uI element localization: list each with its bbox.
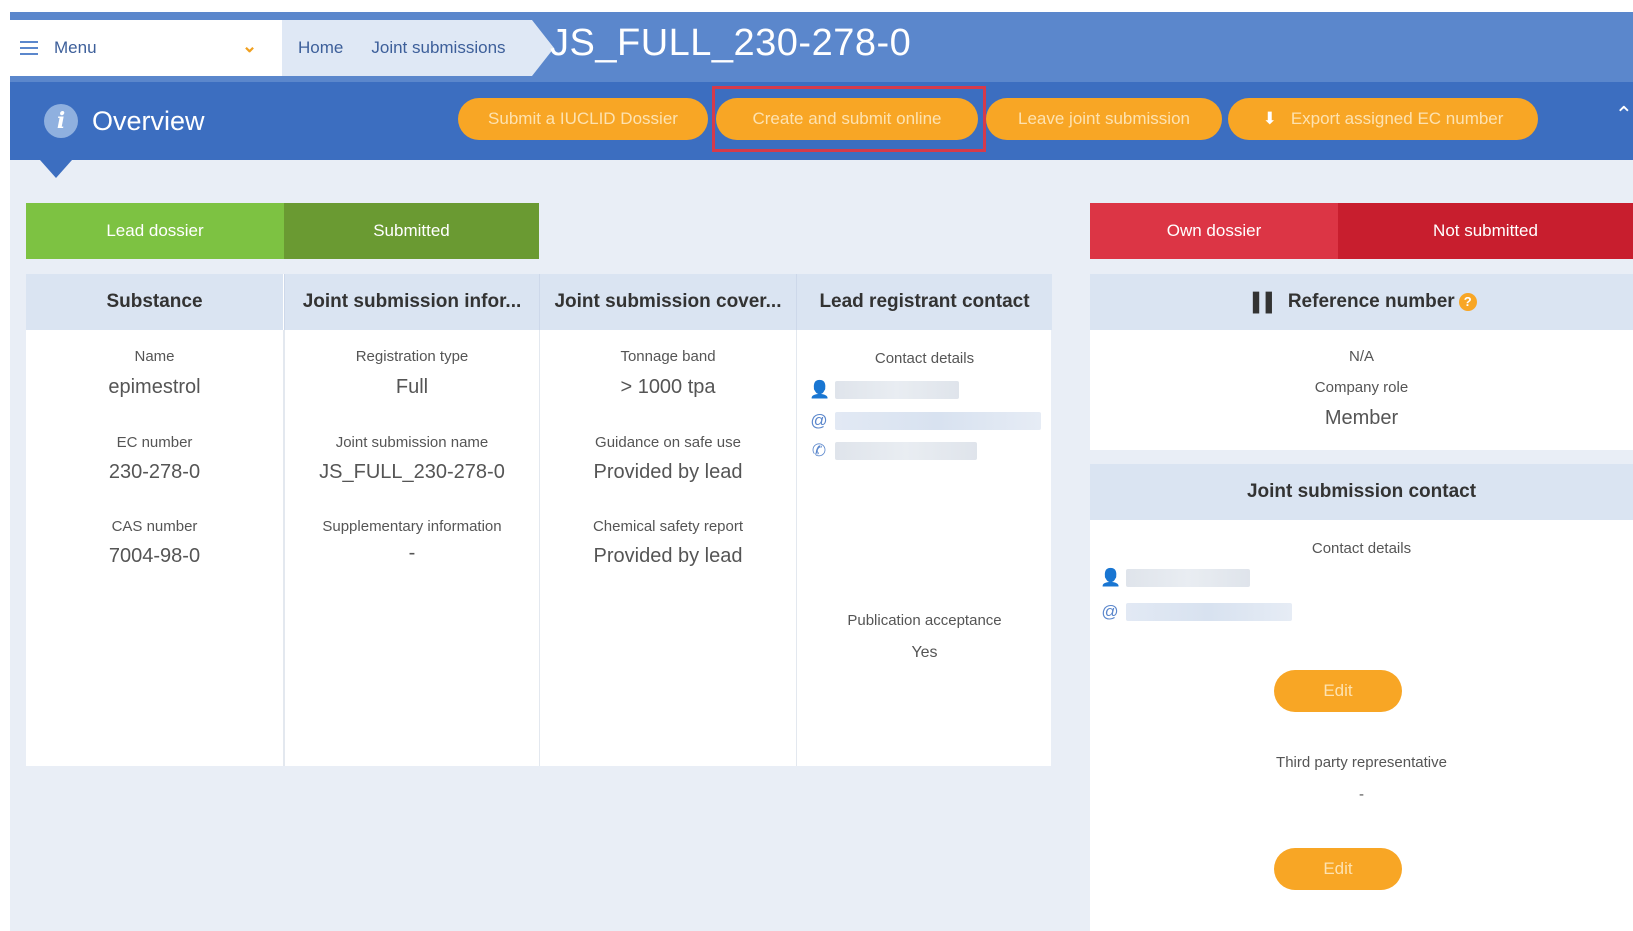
supplementary-info-value: - — [408, 542, 416, 564]
not-submitted-tag: Not submitted — [1338, 203, 1633, 259]
csr-label: Chemical safety report — [592, 518, 744, 535]
reference-number-label: Reference number — [1287, 291, 1455, 312]
barcode-icon: ▐▐ — [1246, 291, 1272, 312]
app-frame: Menu ⌄ Home Joint submissions JS_FULL_23… — [10, 12, 1633, 931]
name-value: epimestrol — [108, 376, 201, 398]
redacted-name — [835, 381, 959, 399]
cas-number-value: 7004-98-0 — [108, 545, 201, 567]
submitted-tag: Submitted — [284, 203, 539, 259]
menu-dropdown[interactable]: Menu ⌄ — [10, 20, 282, 76]
publication-acceptance-value: Yes — [911, 644, 938, 661]
js-name-label: Joint submission name — [335, 434, 489, 451]
reference-number-value: N/A — [1348, 348, 1374, 365]
redacted-email — [1126, 603, 1292, 621]
submit-iuclid-dossier-button[interactable]: Submit a IUCLID Dossier — [458, 98, 708, 140]
redacted-name — [1126, 569, 1250, 587]
overview-notch — [40, 160, 72, 178]
edit-contact-button[interactable]: Edit — [1274, 670, 1402, 712]
js-cover-column: Tonnage band > 1000 tpa Guidance on safe… — [539, 330, 797, 766]
js-cover-header: Joint submission cover... — [539, 274, 796, 330]
person-icon: 👤 — [809, 380, 831, 399]
ec-number-label: EC number — [116, 434, 193, 451]
reference-header: ▐▐ Reference number ? — [1090, 274, 1633, 330]
js-contact-panel: Joint submission contact Contact details… — [1090, 464, 1633, 931]
page-title: JS_FULL_230-278-0 — [550, 22, 912, 64]
lead-contact-column: Contact details 👤 @ ✆ Publication accept… — [796, 330, 1052, 766]
tonnage-band-label: Tonnage band — [620, 348, 716, 365]
guidance-label: Guidance on safe use — [595, 434, 741, 451]
supplementary-info-label: Supplementary information — [322, 518, 502, 535]
company-role-label: Company role — [1314, 379, 1409, 396]
registration-type-label: Registration type — [355, 348, 469, 365]
lead-dossier-tag: Lead dossier — [26, 203, 284, 259]
redacted-email — [835, 412, 1041, 430]
ec-number-value: 230-278-0 — [108, 461, 201, 483]
lead-contact-person: 👤 — [809, 380, 959, 400]
registration-type-value: Full — [395, 376, 429, 398]
hamburger-icon — [20, 41, 38, 55]
at-sign-icon: @ — [1101, 602, 1119, 621]
lead-dossier-panel: Substance Joint submission infor... Join… — [26, 274, 1052, 766]
lead-contact-header: Lead registrant contact — [796, 274, 1052, 330]
edit-third-party-button[interactable]: Edit — [1274, 848, 1402, 890]
js-info-header: Joint submission infor... — [284, 274, 539, 330]
company-role-value: Member — [1324, 407, 1399, 429]
lead-contact-phone: ✆ — [809, 441, 977, 461]
tonnage-band-value: > 1000 tpa — [620, 376, 716, 398]
info-icon: i — [44, 104, 78, 138]
redacted-phone — [835, 442, 977, 460]
third-party-label: Third party representative — [1276, 754, 1447, 771]
menu-label: Menu — [54, 38, 97, 57]
phone-icon: ✆ — [811, 441, 827, 460]
guidance-value: Provided by lead — [593, 461, 743, 483]
overview-label: Overview — [92, 105, 205, 136]
download-icon: ⬇ — [1262, 109, 1277, 128]
collapse-icon[interactable]: ⌃ — [1615, 102, 1633, 128]
js-info-column: Registration type Full Joint submission … — [284, 330, 540, 766]
js-name-value: JS_FULL_230-278-0 — [319, 461, 505, 483]
csr-value: Provided by lead — [593, 545, 743, 567]
js-contact-details-label: Contact details — [1311, 540, 1412, 557]
overview-bar: i Overview Submit a IUCLID Dossier Creat… — [10, 82, 1633, 160]
own-dossier-tag: Own dossier — [1090, 203, 1338, 259]
at-sign-icon: @ — [810, 411, 828, 430]
js-contact-header: Joint submission contact — [1090, 464, 1633, 520]
breadcrumb: Home Joint submissions — [282, 20, 554, 76]
breadcrumb-home[interactable]: Home — [298, 38, 343, 58]
overview-title: i Overview — [44, 104, 205, 138]
name-label: Name — [134, 348, 175, 365]
cas-number-label: CAS number — [111, 518, 198, 535]
substance-column: Name epimestrol EC number 230-278-0 CAS … — [26, 330, 284, 766]
person-icon: 👤 — [1100, 568, 1122, 587]
lead-contact-email: @ — [809, 411, 1041, 431]
highlight-box — [712, 86, 986, 152]
top-bar: Menu ⌄ Home Joint submissions JS_FULL_23… — [10, 12, 1633, 82]
js-contact-person: 👤 — [1100, 568, 1250, 588]
chevron-down-icon: ⌄ — [242, 36, 258, 56]
substance-header: Substance — [26, 274, 283, 330]
reference-panel: ▐▐ Reference number ? N/A Company role M… — [1090, 274, 1633, 450]
leave-joint-submission-button[interactable]: Leave joint submission — [986, 98, 1222, 140]
export-ec-number-button[interactable]: ⬇ Export assigned EC number — [1228, 98, 1538, 140]
breadcrumb-joint-submissions[interactable]: Joint submissions — [371, 38, 505, 58]
third-party-value: - — [1359, 786, 1364, 803]
js-contact-email: @ — [1100, 602, 1292, 622]
publication-acceptance-label: Publication acceptance — [847, 612, 1002, 629]
help-icon[interactable]: ? — [1458, 293, 1477, 311]
lead-contact-details-label: Contact details — [874, 350, 975, 367]
export-ec-number-label: Export assigned EC number — [1290, 109, 1504, 128]
